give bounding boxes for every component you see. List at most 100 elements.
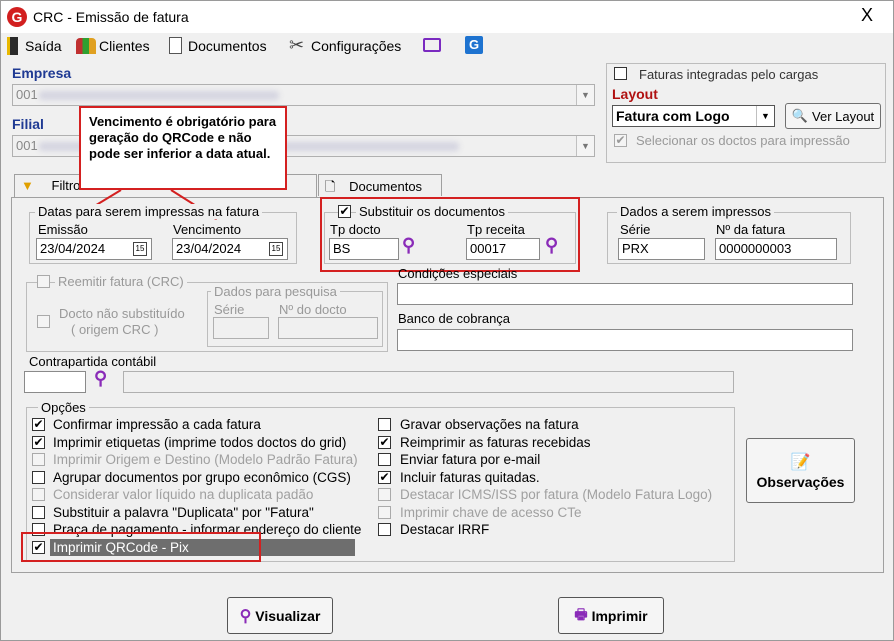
visualizar-label: Visualizar <box>255 607 321 624</box>
option-checkbox[interactable] <box>378 488 391 501</box>
pesquisa-ndocto-label: Nº do docto <box>279 302 347 317</box>
vencimento-value: 23/04/2024 <box>176 241 242 256</box>
option-label: Incluir faturas quitadas. <box>400 469 540 485</box>
magnifier-icon: ⚲ <box>239 607 252 625</box>
serie-label: Série <box>620 222 651 237</box>
faturas-integradas-checkbox[interactable] <box>614 67 627 80</box>
ver-layout-button[interactable]: 🔍 Ver Layout <box>785 103 881 129</box>
chevron-down-icon[interactable]: ▼ <box>756 106 774 126</box>
option-checkbox[interactable]: ✔ <box>32 435 45 449</box>
option-checkbox[interactable] <box>32 488 45 501</box>
notes-icon: 📝 <box>790 453 811 471</box>
option-label: Imprimir chave de acesso CTe <box>400 504 582 520</box>
calendar-icon[interactable]: 15 <box>269 242 283 256</box>
app-logo-icon: G <box>7 7 27 27</box>
docto-nao-substituido-checkbox[interactable] <box>37 315 50 328</box>
option-checkbox[interactable] <box>378 453 391 466</box>
tools-icon: ✂ <box>289 35 305 55</box>
serie-input[interactable]: PRX <box>618 238 705 260</box>
layout-select[interactable]: Fatura com Logo ▼ <box>612 105 775 127</box>
option-checkbox[interactable] <box>32 505 45 519</box>
option-checkbox[interactable] <box>32 453 45 466</box>
chevron-down-icon[interactable]: ▼ <box>576 85 594 105</box>
observacoes-button[interactable]: 📝 Observações <box>746 438 855 503</box>
option-checkbox[interactable] <box>378 505 391 519</box>
window-title: CRC - Emissão de fatura <box>33 9 189 25</box>
exit-icon <box>7 37 18 55</box>
pesquisa-serie-input[interactable] <box>213 317 269 339</box>
opcoes-title: Opções <box>38 400 89 415</box>
printer-icon: 🖶 <box>574 605 588 622</box>
reemitir-checkbox[interactable] <box>37 275 50 288</box>
contrapartida-label: Contrapartida contábil <box>29 354 157 369</box>
main-window: G CRC - Emissão de fatura X Saída Client… <box>0 0 894 641</box>
option-checkbox[interactable]: ✔ <box>378 470 391 484</box>
menu-bar: Saída Clientes Documentos ✂ Configuraçõe… <box>1 33 893 59</box>
docto-origem-label: ( origem CRC ) <box>71 322 159 337</box>
layout-value: Fatura com Logo <box>616 108 730 124</box>
visualizar-button[interactable]: ⚲ Visualizar <box>227 597 333 634</box>
option-checkbox[interactable]: ✔ <box>378 435 391 449</box>
magnifier-icon: 🔍 <box>791 108 809 123</box>
pesquisa-serie-label: Série <box>214 302 245 317</box>
filial-label: Filial <box>12 116 44 132</box>
option-label: Agrupar documentos por grupo econômico (… <box>53 469 351 485</box>
nfatura-input[interactable]: 0000000003 <box>715 238 837 260</box>
pesquisa-title: Dados para pesquisa <box>211 284 340 299</box>
contrapartida-desc <box>123 371 734 393</box>
calendar-icon[interactable]: 15 <box>133 242 147 256</box>
option-label: Considerar valor líquido na duplicata pa… <box>53 487 314 502</box>
tooltip-box: Vencimento é obrigatório para geração do… <box>79 106 287 190</box>
option-label: Enviar fatura por e-mail <box>400 452 541 467</box>
observacoes-label: Observações <box>756 473 845 490</box>
filial-value: 001 <box>16 138 38 153</box>
nfatura-value: 0000000003 <box>719 241 792 256</box>
tooltip-text: Vencimento é obrigatório para geração do… <box>89 114 277 161</box>
selecionar-label: Selecionar os doctos para impressão <box>636 133 850 148</box>
reemitir-label: Reemitir fatura (CRC) <box>55 274 187 289</box>
option-label: Confirmar impressão a cada fatura <box>53 417 261 432</box>
tab-documentos[interactable]: 🗋 Documentos <box>318 174 442 196</box>
highlight-qrcode <box>21 532 261 562</box>
serie-value: PRX <box>622 241 649 256</box>
option-checkbox[interactable]: ✔ <box>32 418 45 431</box>
menu-saida[interactable]: Saída <box>25 38 62 54</box>
empresa-redacted <box>39 91 279 100</box>
menu-configuracoes[interactable]: Configurações <box>311 38 401 54</box>
option-label: Substituir a palavra "Duplicata" por "Fa… <box>53 504 314 520</box>
ver-layout-label: Ver Layout <box>812 108 875 124</box>
search-icon[interactable]: ⚲ <box>94 368 107 389</box>
menu-documentos[interactable]: Documentos <box>188 38 267 54</box>
imprimir-button[interactable]: 🖶 Imprimir <box>558 597 664 634</box>
empresa-combo[interactable]: 001 ▼ <box>12 84 595 106</box>
layout-label: Layout <box>612 86 658 102</box>
contrapartida-input[interactable] <box>24 371 86 393</box>
monitor-icon[interactable] <box>423 38 441 52</box>
condicoes-input[interactable] <box>397 283 853 305</box>
title-bar: G CRC - Emissão de fatura X <box>1 1 893 33</box>
dados-impressos-title: Dados a serem impressos <box>617 204 774 219</box>
banco-label: Banco de cobrança <box>398 311 511 326</box>
menu-clientes[interactable]: Clientes <box>99 38 150 54</box>
empresa-value: 001 <box>16 87 38 102</box>
option-checkbox[interactable] <box>378 523 391 536</box>
g-logo-icon[interactable]: G <box>465 36 483 54</box>
option-checkbox[interactable] <box>32 470 45 484</box>
option-label: Reimprimir as faturas recebidas <box>400 434 591 450</box>
document-icon: 🗋 <box>325 179 336 194</box>
close-button[interactable]: X <box>861 5 873 26</box>
faturas-integradas-label: Faturas integradas pelo cargas <box>639 67 819 82</box>
selecionar-checkbox[interactable]: ✔ <box>614 134 627 147</box>
option-label: Imprimir etiquetas (imprime todos doctos… <box>53 434 347 450</box>
tab-documentos-label: Documentos <box>349 179 423 194</box>
chevron-down-icon[interactable]: ▼ <box>576 136 594 156</box>
documents-icon <box>169 37 182 54</box>
empresa-label: Empresa <box>12 65 72 81</box>
clients-icon <box>76 38 96 54</box>
option-checkbox[interactable] <box>378 418 391 431</box>
condicoes-label: Condições especiais <box>398 266 518 281</box>
pesquisa-ndocto-input[interactable] <box>278 317 378 339</box>
imprimir-label: Imprimir <box>591 607 648 624</box>
option-label: Destacar IRRF <box>400 522 490 537</box>
banco-input[interactable] <box>397 329 853 351</box>
